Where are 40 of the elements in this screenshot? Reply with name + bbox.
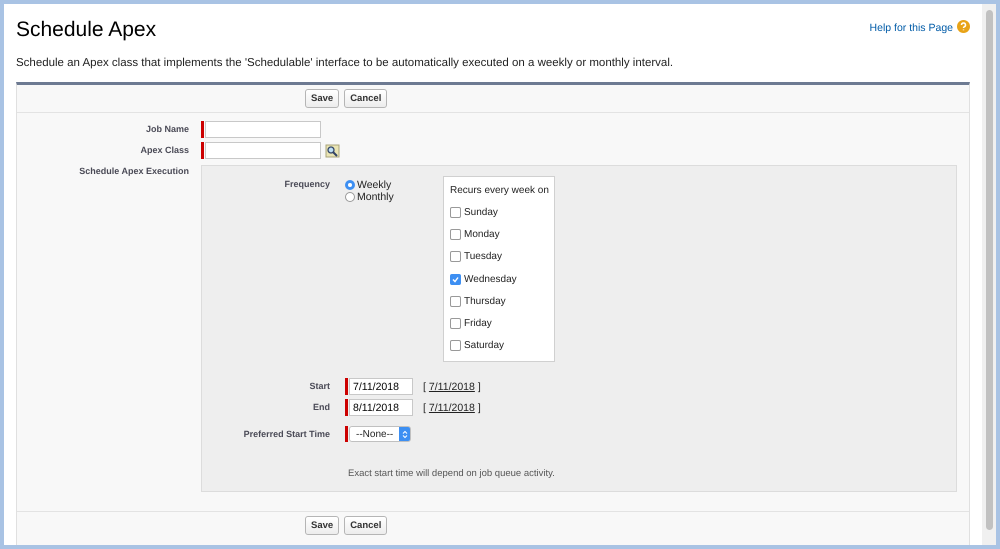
today-link[interactable]: 7/11/2018 — [428, 380, 475, 393]
section-label: Schedule Apex Execution — [78, 165, 189, 176]
bracket-text: [ — [423, 402, 426, 414]
text-field[interactable] — [205, 142, 321, 159]
note-text: Exact start time will depend on job queue activity. — [348, 468, 556, 480]
updown-icon — [402, 430, 408, 439]
save-button[interactable]: Save — [305, 89, 340, 108]
date-field[interactable]: 8/11/2018 — [349, 399, 413, 416]
field-label: Start — [308, 380, 330, 392]
field-label: Job Name — [144, 123, 189, 134]
day-checkbox[interactable]: Tuesday — [450, 246, 548, 268]
day-checkbox[interactable]: Sunday — [450, 201, 548, 224]
weekday-title: Recurs every week on — [450, 185, 548, 196]
bracket-text: [ — [423, 380, 426, 393]
today-link[interactable]: 7/11/2018 — [428, 402, 475, 414]
field-label: Preferred Start Time — [242, 428, 330, 440]
check-icon — [452, 276, 459, 283]
page-description: Schedule an Apex class that implements the 'Schedulable' interface to be automatically executed on a weekly or monthly interval. — [16, 57, 674, 69]
search-icon[interactable] — [325, 144, 340, 158]
day-checkbox[interactable]: Thursday — [450, 290, 548, 312]
field-label: Frequency — [283, 178, 330, 189]
radio-option[interactable]: Weekly — [345, 179, 423, 191]
field-label: Apex Class — [139, 144, 189, 155]
help-icon[interactable] — [957, 20, 970, 32]
text-field[interactable] — [205, 121, 321, 138]
time-select[interactable]: --None-- — [349, 426, 412, 442]
day-checkbox[interactable]: Monday — [450, 223, 548, 246]
cancel-button[interactable]: Cancel — [344, 516, 388, 535]
bracket-text: ] — [478, 380, 481, 393]
day-checkbox[interactable]: Wednesday — [450, 268, 548, 290]
radio-option[interactable]: Monthly — [345, 191, 423, 203]
save-button[interactable]: Save — [305, 516, 340, 535]
page-title: Schedule Apex — [16, 18, 156, 42]
bracket-text: ] — [478, 402, 481, 414]
cancel-button[interactable]: Cancel — [344, 89, 388, 108]
day-checkbox[interactable]: Friday — [450, 312, 548, 335]
day-checkbox[interactable]: Saturday — [450, 334, 548, 358]
help-link[interactable]: Help for this Page — [870, 22, 953, 34]
field-label: End — [312, 401, 330, 412]
date-field[interactable]: 7/11/2018 — [349, 378, 413, 396]
